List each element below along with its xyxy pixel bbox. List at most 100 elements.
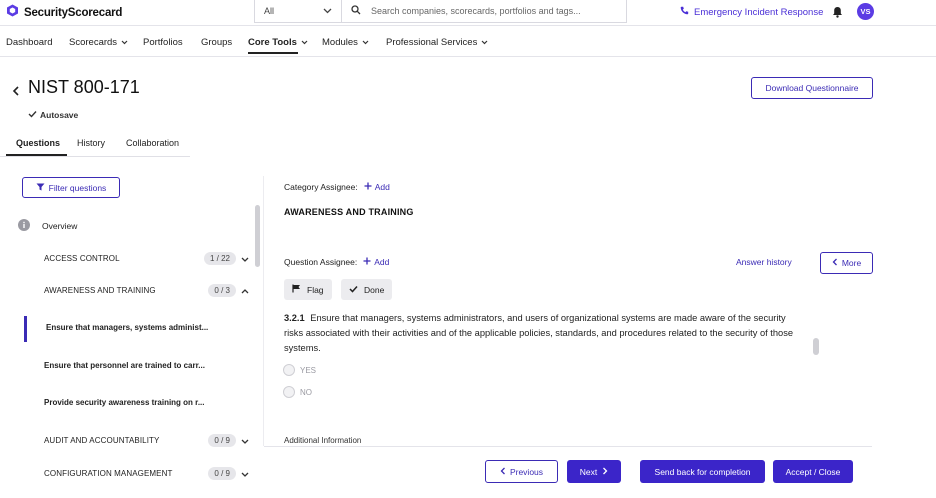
more-label: More <box>841 258 862 268</box>
chevron-down-icon <box>121 37 128 48</box>
active-question-indicator <box>24 316 27 342</box>
filter-label: Filter questions <box>48 182 107 193</box>
brand-name: SecurityScorecard <box>24 7 123 19</box>
nav-label: Portfolios <box>143 37 183 48</box>
panel-divider <box>263 176 264 446</box>
answer-history-link[interactable]: Answer history <box>736 257 792 267</box>
add-label: Add <box>374 182 390 192</box>
category-assignee-label: Category Assignee: <box>284 182 358 192</box>
nav-label: Scorecards <box>69 37 118 48</box>
option-label: YES <box>300 365 317 375</box>
sidebar-question-item[interactable]: Provide security awareness training on r… <box>44 398 205 407</box>
emergency-label: Emergency Incident Response <box>694 6 824 18</box>
content-scrollbar[interactable] <box>813 338 819 355</box>
footer-divider <box>264 446 872 447</box>
chevron-down-icon <box>301 37 308 48</box>
brand-logo[interactable]: SecurityScorecard <box>6 4 122 22</box>
chevron-down-icon <box>241 431 249 449</box>
download-questionnaire-button[interactable]: Download Questionnaire <box>751 77 873 99</box>
filter-icon <box>36 183 45 193</box>
option-label: NO <box>300 387 312 397</box>
logo-icon <box>6 4 19 22</box>
search-input[interactable]: Search companies, scorecards, portfolios… <box>342 0 627 23</box>
info-icon <box>18 219 30 233</box>
tab-questions[interactable]: Questions <box>16 138 60 148</box>
plus-icon <box>363 257 371 267</box>
check-icon <box>28 110 37 120</box>
sidebar-question-item[interactable]: Ensure that managers, systems administ..… <box>46 323 208 332</box>
more-button[interactable]: More <box>820 252 873 274</box>
user-avatar[interactable]: VS <box>857 3 874 20</box>
chevron-left-icon <box>500 467 506 477</box>
category-label: AWARENESS AND TRAINING <box>44 285 156 295</box>
chevron-up-icon <box>241 281 249 299</box>
nav-label: Groups <box>201 37 233 48</box>
category-count-badge: 1 / 22 <box>203 251 236 265</box>
chevron-down-icon <box>481 37 488 48</box>
overview-label: Overview <box>42 221 78 231</box>
page-title: NIST 800-171 <box>28 77 140 97</box>
emergency-incident-link[interactable]: Emergency Incident Response <box>680 6 823 18</box>
add-question-assignee-button[interactable]: Add <box>363 257 389 267</box>
tab-history[interactable]: History <box>77 138 105 148</box>
sidebar-category-audit-accountability[interactable]: AUDIT AND ACCOUNTABILITY 0 / 9 <box>44 432 249 448</box>
radio-circle[interactable] <box>283 386 295 398</box>
answer-option-no[interactable]: NO <box>283 386 312 398</box>
chevron-down-icon <box>241 464 249 482</box>
sidebar-scrollbar[interactable] <box>255 205 260 267</box>
search-placeholder: Search companies, scorecards, portfolios… <box>371 6 581 16</box>
nav-modules[interactable]: Modules <box>322 37 369 48</box>
category-count-badge: 0 / 9 <box>208 433 236 447</box>
nav-label: Modules <box>322 37 358 48</box>
chevron-left-icon <box>832 258 838 268</box>
category-label: ACCESS CONTROL <box>44 253 120 263</box>
chevron-down-icon <box>241 249 249 267</box>
nav-professional-services[interactable]: Professional Services <box>386 37 488 48</box>
next-button[interactable]: Next <box>567 460 621 483</box>
question-text: Ensure that managers, systems administra… <box>284 313 794 353</box>
category-label: AUDIT AND ACCOUNTABILITY <box>44 435 160 445</box>
add-category-assignee-button[interactable]: Add <box>364 182 390 192</box>
next-label: Next <box>579 466 598 477</box>
autosave-label: Autosave <box>40 110 79 120</box>
filter-questions-button[interactable]: Filter questions <box>22 177 120 198</box>
category-count-badge: 0 / 3 <box>208 283 236 297</box>
sidebar-category-configuration-management[interactable]: CONFIGURATION MANAGEMENT 0 / 9 <box>44 465 249 481</box>
nav-dashboard[interactable]: Dashboard <box>6 37 52 48</box>
nav-core-tools[interactable]: Core Tools <box>248 37 308 54</box>
sidebar-category-access-control[interactable]: ACCESS CONTROL 1 / 22 <box>44 250 249 266</box>
sidebar-question-item[interactable]: Ensure that personnel are trained to car… <box>44 361 205 370</box>
radio-circle[interactable] <box>283 364 295 376</box>
sidebar-item-overview[interactable]: Overview <box>18 219 77 233</box>
question-assignee-label: Question Assignee: <box>284 257 358 267</box>
flag-label: Flag <box>307 284 324 295</box>
category-count-badge: 0 / 9 <box>208 466 236 480</box>
bell-icon[interactable] <box>832 5 843 23</box>
send-back-label: Send back for completion <box>654 466 751 477</box>
section-title: AWARENESS AND TRAINING <box>284 207 414 217</box>
nav-portfolios[interactable]: Portfolios <box>143 37 183 48</box>
back-chevron-icon[interactable] <box>12 83 20 101</box>
flag-icon <box>292 284 301 295</box>
send-back-button[interactable]: Send back for completion <box>640 460 765 483</box>
nav-groups[interactable]: Groups <box>201 37 232 48</box>
tabs-divider <box>0 156 190 157</box>
question-number: 3.2.1 <box>284 313 305 323</box>
top-bar: SecurityScorecard All Search companies, … <box>0 0 936 26</box>
scope-select[interactable]: All <box>254 0 342 23</box>
tab-label: History <box>77 138 106 148</box>
nav-label: Core Tools <box>248 37 297 48</box>
previous-button[interactable]: Previous <box>485 460 558 483</box>
accept-label: Accept / Close <box>785 466 841 477</box>
search-icon <box>351 5 361 17</box>
tab-collaboration[interactable]: Collaboration <box>126 138 179 148</box>
check-icon <box>349 285 358 295</box>
nav-scorecards[interactable]: Scorecards <box>69 37 128 48</box>
accept-close-button[interactable]: Accept / Close <box>773 460 853 483</box>
flag-button[interactable]: Flag <box>284 279 332 300</box>
sidebar-category-awareness-training[interactable]: AWARENESS AND TRAINING 0 / 3 <box>44 282 249 298</box>
scope-select-value: All <box>264 6 275 16</box>
answer-option-yes[interactable]: YES <box>283 364 316 376</box>
done-button[interactable]: Done <box>341 279 393 300</box>
question-assignee: Question Assignee: Add <box>284 257 389 267</box>
